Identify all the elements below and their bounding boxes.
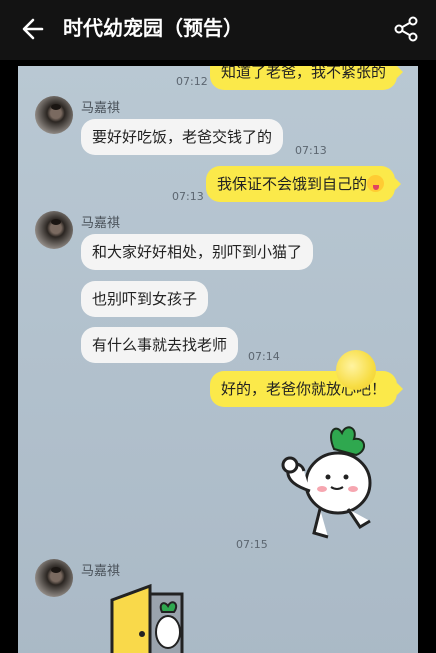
share-icon[interactable] [392,15,420,43]
sender-name: 马嘉祺 [81,216,121,231]
timestamp: 07:14 [248,350,280,363]
sticker-overlay [336,350,376,390]
timestamp: 07:13 [172,190,204,203]
message-bubble-theirs[interactable]: 和大家好好相处，别吓到小猫了 [81,234,314,270]
door-sticker-icon[interactable] [106,582,196,653]
timestamp: 07:13 [295,144,327,157]
message-bubble-mine[interactable]: 知道了老爸，我不紧张的 [210,66,404,90]
message-bubble-theirs[interactable]: 有什么事就去找老师 [81,327,239,363]
sender-name: 马嘉祺 [81,564,121,579]
timestamp: 07:12 [176,75,208,88]
message-bubble-theirs[interactable]: 也别吓到女孩子 [81,281,209,317]
arrow-left-icon[interactable] [18,14,48,44]
top-bar: 时代幼宠园（预告） [0,0,436,60]
message-bubble-theirs[interactable]: 要好好吃饭，老爸交钱了的 [81,119,284,155]
chat-area[interactable]: 知道了老爸，我不紧张的 07:12 马嘉祺 要好好吃饭，老爸交钱了的 07:13… [18,66,418,653]
message-text: 我保证不会饿到自己的 [217,175,368,193]
avatar[interactable] [35,211,73,249]
avatar[interactable] [35,96,73,134]
message-bubble-mine[interactable]: 我保证不会饿到自己的 [206,166,402,202]
radish-sticker-icon[interactable] [276,421,376,551]
timestamp: 07:15 [236,538,268,551]
chat-title: 时代幼宠园（预告） [63,16,243,40]
sender-name: 马嘉祺 [81,101,121,116]
yum-emoji-icon [367,175,385,192]
avatar[interactable] [35,559,73,597]
